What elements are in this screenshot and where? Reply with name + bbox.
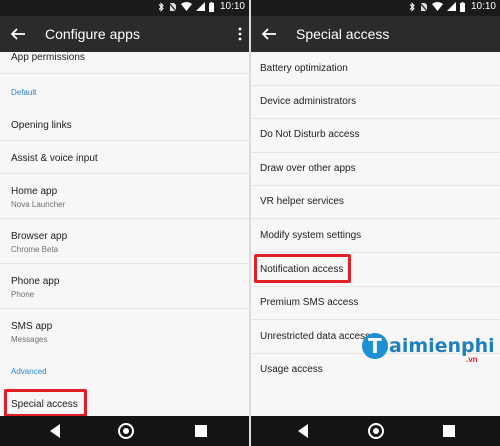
list-item-browser-app[interactable]: Browser app Chrome Beta xyxy=(0,219,249,264)
settings-list: Battery optimization Device administrato… xyxy=(251,52,500,416)
list-item-draw-over-apps[interactable]: Draw over other apps xyxy=(251,153,500,186)
nav-recents-icon[interactable] xyxy=(442,424,456,438)
list-item-label: Home app xyxy=(11,186,58,197)
overflow-menu-icon[interactable] xyxy=(237,26,243,42)
left-screen: 10:10 Configure apps App permissions Def… xyxy=(0,0,249,446)
nav-back-icon[interactable] xyxy=(48,423,62,439)
list-item-sublabel: Nova Launcher xyxy=(11,200,66,209)
app-bar: Configure apps xyxy=(0,16,249,52)
list-item-label: Browser app xyxy=(11,231,68,242)
signal-icon xyxy=(195,2,205,11)
nav-recents-icon[interactable] xyxy=(194,424,208,438)
list-item-label: Premium SMS access xyxy=(260,297,359,308)
list-item-modify-system-settings[interactable]: Modify system settings xyxy=(251,219,500,253)
status-time: 10:10 xyxy=(470,1,496,12)
list-item-do-not-disturb[interactable]: Do Not Disturb access xyxy=(251,119,500,153)
list-item-label: SMS app xyxy=(11,321,53,332)
watermark-letter: T xyxy=(362,333,388,359)
watermark-text: aimienphi xyxy=(389,335,495,357)
watermark-logo: T aimienphi .vn xyxy=(362,333,495,364)
list-item-sublabel: Chrome Beta xyxy=(11,245,59,254)
back-arrow-icon[interactable] xyxy=(9,25,27,43)
list-item-sublabel: Messages xyxy=(11,335,48,344)
list-item-home-app[interactable]: Home app Nova Launcher xyxy=(0,174,249,219)
list-item-label: VR helper services xyxy=(260,196,344,207)
list-item-battery-optimization[interactable]: Battery optimization xyxy=(251,52,500,86)
list-item-label: Opening links xyxy=(11,120,72,131)
right-screen: 10:10 Special access Battery optimizatio… xyxy=(251,0,500,446)
navigation-bar xyxy=(251,416,500,446)
nav-home-icon[interactable] xyxy=(367,422,385,440)
list-item-label: Unrestricted data access xyxy=(260,331,371,342)
signal-icon xyxy=(446,2,456,11)
highlight-box-special-access xyxy=(4,389,87,417)
list-item-vr-helper[interactable]: VR helper services xyxy=(251,186,500,219)
app-bar: Special access xyxy=(251,16,500,52)
list-item-phone-app[interactable]: Phone app Phone xyxy=(0,264,249,309)
status-time: 10:10 xyxy=(219,1,245,12)
page-title: Special access xyxy=(296,26,390,42)
battery-icon xyxy=(208,1,214,12)
divider xyxy=(0,73,249,74)
settings-list: App permissions Default Opening links As… xyxy=(0,50,249,417)
no-sim-icon xyxy=(168,2,177,11)
list-item-label: Draw over other apps xyxy=(260,163,356,174)
nav-home-icon[interactable] xyxy=(117,422,135,440)
wifi-icon xyxy=(431,2,443,11)
section-header-advanced: Advanced xyxy=(11,367,47,376)
watermark-suffix: .vn xyxy=(466,355,478,364)
list-item-label: Modify system settings xyxy=(260,230,362,241)
highlight-box-notification-access xyxy=(254,254,351,283)
list-item-opening-links[interactable]: Opening links xyxy=(0,108,249,141)
list-item-assist-voice[interactable]: Assist & voice input xyxy=(0,141,249,174)
status-bar: 10:10 xyxy=(251,0,500,16)
list-item-label: App permissions xyxy=(11,52,85,63)
page-title: Configure apps xyxy=(45,26,140,42)
list-item-label: Assist & voice input xyxy=(11,153,98,164)
list-item-premium-sms[interactable]: Premium SMS access xyxy=(251,287,500,320)
battery-icon xyxy=(459,1,465,12)
list-item-sublabel: Phone xyxy=(11,290,35,299)
nav-back-icon[interactable] xyxy=(296,423,310,439)
list-item-label: Do Not Disturb access xyxy=(260,129,360,140)
status-bar: 10:10 xyxy=(0,0,249,16)
no-sim-icon xyxy=(419,2,428,11)
list-item-usage-access[interactable]: Usage access xyxy=(251,354,500,388)
list-item-label: Device administrators xyxy=(260,96,357,107)
wifi-icon xyxy=(180,2,192,11)
bluetooth-icon xyxy=(409,1,415,12)
list-item-label: Battery optimization xyxy=(260,63,348,74)
list-item-app-permissions[interactable]: App permissions xyxy=(0,50,249,74)
bluetooth-icon xyxy=(158,1,164,12)
back-arrow-icon[interactable] xyxy=(260,25,278,43)
list-item-label: Usage access xyxy=(260,364,323,375)
navigation-bar xyxy=(0,416,249,446)
section-header-default: Default xyxy=(11,88,37,97)
list-item-label: Phone app xyxy=(11,276,60,287)
list-item-sms-app[interactable]: SMS app Messages xyxy=(0,309,249,354)
list-item-device-administrators[interactable]: Device administrators xyxy=(251,86,500,119)
